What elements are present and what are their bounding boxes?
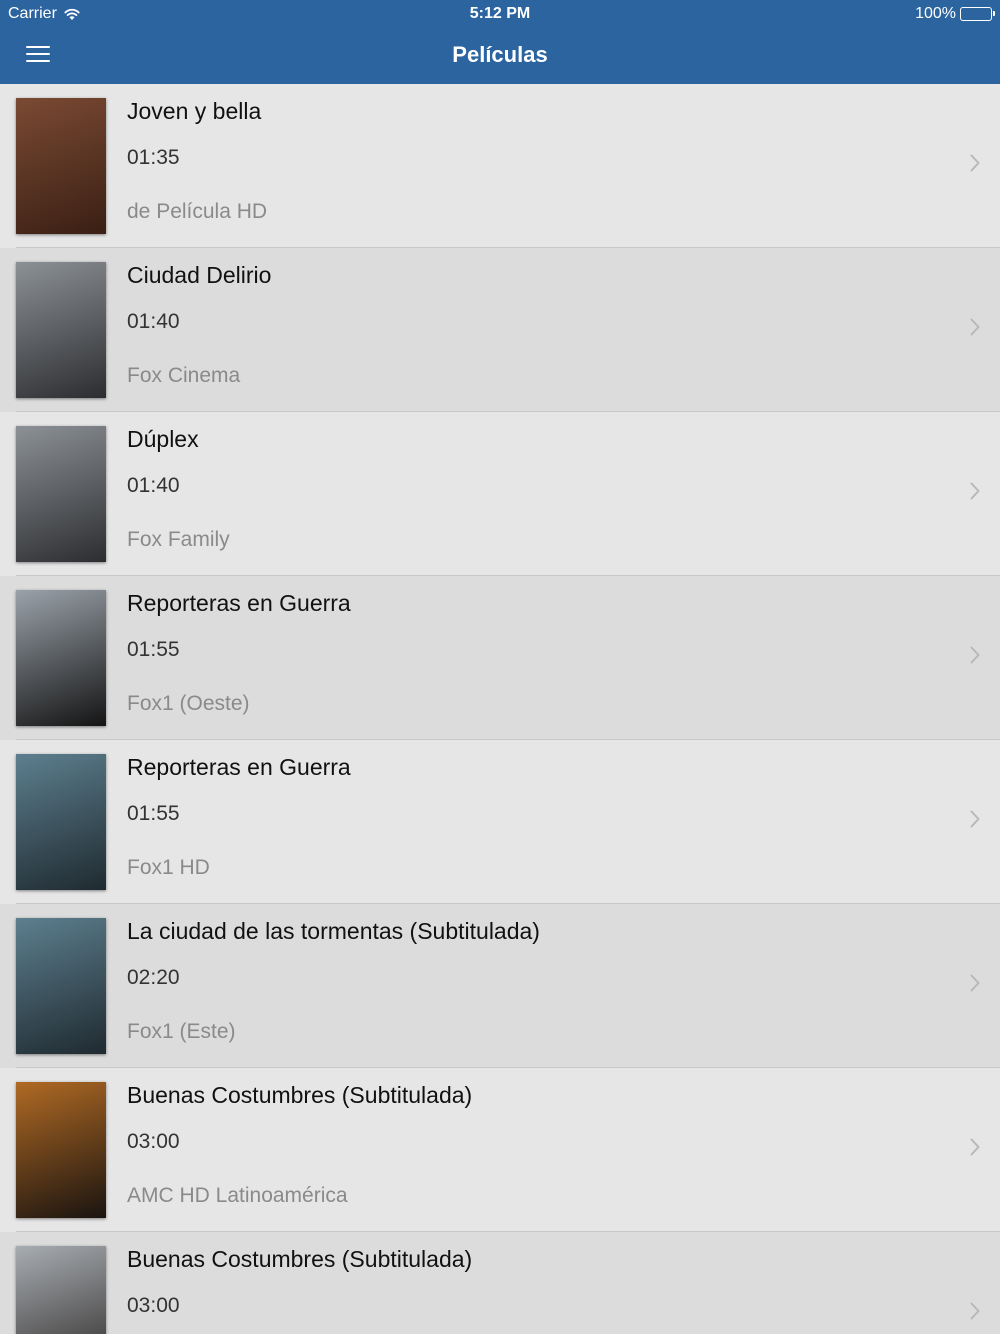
movie-thumbnail — [16, 918, 106, 1054]
list-item[interactable]: Joven y bella 01:35 de Película HD — [0, 84, 1000, 248]
movie-time: 02:20 — [127, 966, 180, 989]
movie-time: 01:40 — [127, 310, 180, 333]
movie-title: Dúplex — [127, 426, 199, 452]
chevron-right-icon — [970, 154, 980, 172]
movie-thumbnail — [16, 426, 106, 562]
header: Carrier 5:12 PM 100% Películas — [0, 0, 1000, 84]
chevron-right-icon — [970, 318, 980, 336]
movie-title: Ciudad Delirio — [127, 262, 272, 288]
status-battery: 100% — [915, 5, 995, 23]
chevron-right-icon — [970, 810, 980, 828]
movie-channel: Fox1 (Este) — [127, 1020, 236, 1043]
chevron-right-icon — [970, 1138, 980, 1156]
movie-time: 03:00 — [127, 1294, 180, 1317]
movie-thumbnail — [16, 98, 106, 234]
list-item[interactable]: Ciudad Delirio 01:40 Fox Cinema — [0, 248, 1000, 412]
movie-title: La ciudad de las tormentas (Subtitulada) — [127, 918, 540, 944]
movie-channel: Fox Family — [127, 528, 230, 551]
chevron-right-icon — [970, 482, 980, 500]
movie-channel: AMC HD Latinoamérica — [127, 1184, 348, 1207]
movie-time: 01:35 — [127, 146, 180, 169]
app-root: Carrier 5:12 PM 100% Películas Joven y b… — [0, 0, 1000, 1334]
movie-title: Reporteras en Guerra — [127, 590, 351, 616]
movie-thumbnail — [16, 590, 106, 726]
movie-channel: Fox1 (Oeste) — [127, 692, 250, 715]
battery-icon — [960, 7, 995, 21]
page-title: Películas — [452, 42, 548, 67]
list-item[interactable]: Reporteras en Guerra 01:55 Fox1 HD — [0, 740, 1000, 904]
list-item[interactable]: Buenas Costumbres (Subtitulada) 03:00 AMC … — [0, 1068, 1000, 1232]
movie-title: Buenas Costumbres (Subtitulada) — [127, 1246, 473, 1272]
movie-title: Buenas Costumbres (Subtitulada) — [127, 1082, 473, 1108]
movie-thumbnail — [16, 1246, 106, 1334]
status-bar: Carrier 5:12 PM 100% — [0, 0, 1000, 28]
list-item[interactable]: La ciudad de las tormentas (Subtitulada)… — [0, 904, 1000, 1068]
movie-time: 01:55 — [127, 638, 180, 661]
battery-percent: 100% — [915, 5, 956, 22]
movie-title: Joven y bella — [127, 98, 262, 124]
list-item[interactable]: Dúplex 01:40 Fox Family — [0, 412, 1000, 576]
movie-channel: Fox Cinema — [127, 364, 241, 387]
list-item[interactable]: Reporteras en Guerra 01:55 Fox1 (Oeste) — [0, 576, 1000, 740]
chevron-right-icon — [970, 1302, 980, 1320]
movie-thumbnail — [16, 262, 106, 398]
nav-bar: Películas — [0, 28, 1000, 84]
movie-channel: Fox1 HD — [127, 856, 210, 879]
movie-thumbnail — [16, 1082, 106, 1218]
movie-title: Reporteras en Guerra — [127, 754, 351, 780]
movie-time: 01:55 — [127, 802, 180, 825]
chevron-right-icon — [970, 646, 980, 664]
list-item[interactable]: Buenas Costumbres (Subtitulada) 03:00 — [0, 1232, 1000, 1334]
movie-time: 03:00 — [127, 1130, 180, 1153]
movie-list: Joven y bella 01:35 de Película HD Ciudad D… — [0, 84, 1000, 1334]
movie-channel: de Película HD — [127, 200, 268, 223]
movie-thumbnail — [16, 754, 106, 890]
status-time: 5:12 PM — [469, 5, 531, 22]
movie-time: 01:40 — [127, 474, 180, 497]
chevron-right-icon — [970, 974, 980, 992]
